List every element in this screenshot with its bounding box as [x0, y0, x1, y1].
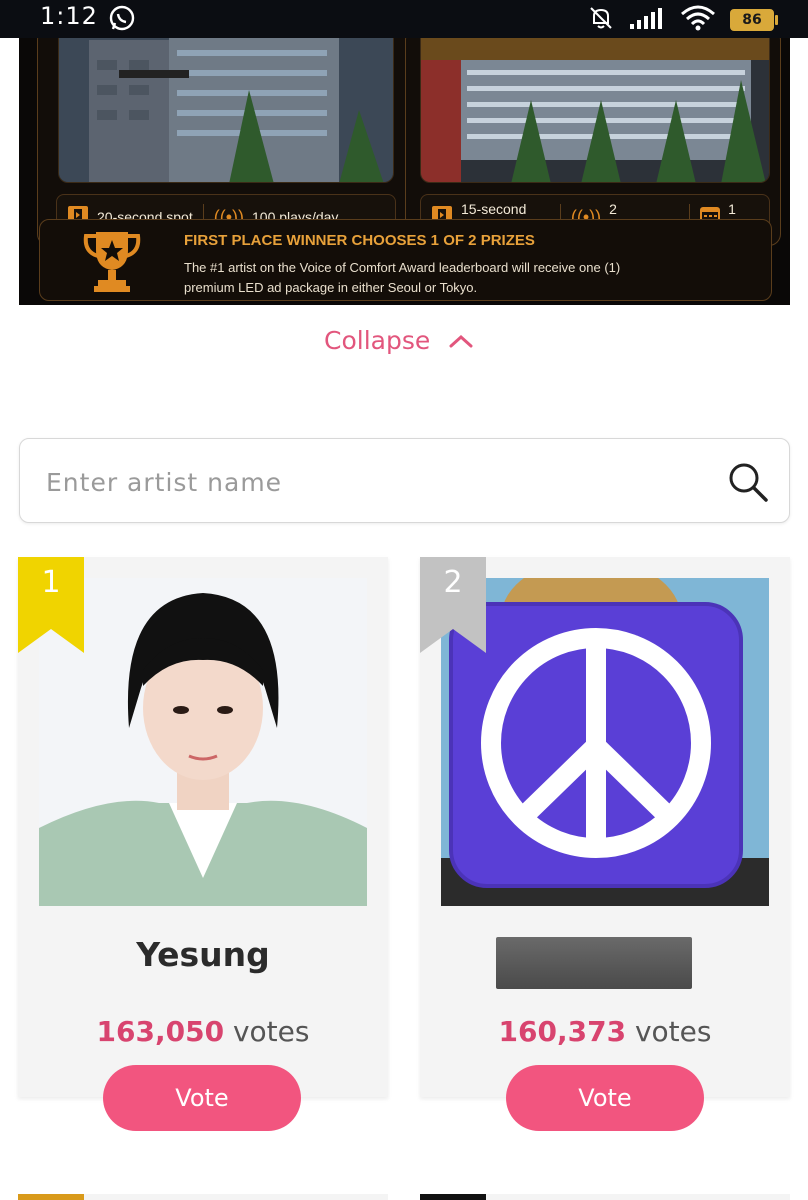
tokyo-building-photo	[420, 38, 770, 183]
vote-button[interactable]: Vote	[506, 1065, 704, 1131]
battery-level: 86	[730, 9, 774, 31]
rank-ribbon: 1	[18, 557, 84, 653]
wifi-icon	[680, 4, 716, 36]
whatsapp-icon	[108, 4, 136, 36]
battery-icon: 86	[730, 9, 778, 31]
seoul-ad-card: 20-second spot ((•)) 100 plays/day	[37, 38, 413, 246]
rank-number: 1	[41, 565, 61, 600]
rank-ribbon: 2	[420, 557, 486, 653]
redacted-name	[496, 937, 692, 989]
vote-button[interactable]: Vote	[103, 1065, 301, 1131]
search-icon[interactable]	[727, 461, 769, 507]
artist-card-peek	[18, 1194, 388, 1200]
vote-number: 160,373	[498, 1015, 627, 1048]
artist-card: 2 160,373 votes Vote	[420, 557, 790, 1131]
status-icons: 86	[588, 4, 778, 36]
seoul-building-photo	[58, 38, 394, 183]
status-bar: 1:12 86	[0, 0, 808, 38]
artist-photo	[39, 578, 367, 906]
artist-search-box	[19, 438, 790, 523]
artist-name: Yesung	[136, 935, 270, 974]
winner-title: FIRST PLACE WINNER CHOOSES 1 OF 2 PRIZES	[184, 232, 535, 249]
trophy-icon	[80, 228, 144, 298]
signal-icon	[628, 6, 666, 34]
collapse-label: Collapse	[324, 326, 431, 355]
artist-search-input[interactable]	[46, 461, 686, 503]
winner-description: The #1 artist on the Voice of Comfort Aw…	[184, 260, 621, 295]
chevron-up-icon	[448, 326, 474, 355]
winner-prize-box: FIRST PLACE WINNER CHOOSES 1 OF 2 PRIZES…	[39, 219, 772, 301]
vote-count: 163,050 votes	[18, 1015, 388, 1048]
rank-ribbon	[18, 1194, 84, 1200]
artist-card: 1 Yesung 163,050 votes Vote	[18, 557, 388, 1131]
vote-number: 163,050	[96, 1015, 225, 1048]
vote-count: 160,373 votes	[420, 1015, 790, 1048]
bell-off-icon	[588, 5, 614, 35]
rank-number: 2	[443, 565, 463, 600]
vote-suffix: votes	[626, 1015, 712, 1048]
status-time: 1:12	[40, 2, 98, 30]
vote-suffix: votes	[224, 1015, 310, 1048]
tokyo-ad-card: 15-second spot ((•)) 2 plays/hour 1 day	[405, 38, 781, 246]
prize-banner: 20-second spot ((•)) 100 plays/day 15-se…	[19, 38, 790, 305]
artist-photo	[441, 578, 769, 906]
collapse-button[interactable]: Collapse	[324, 326, 474, 355]
rank-ribbon	[420, 1194, 486, 1200]
artist-card-peek	[420, 1194, 790, 1200]
